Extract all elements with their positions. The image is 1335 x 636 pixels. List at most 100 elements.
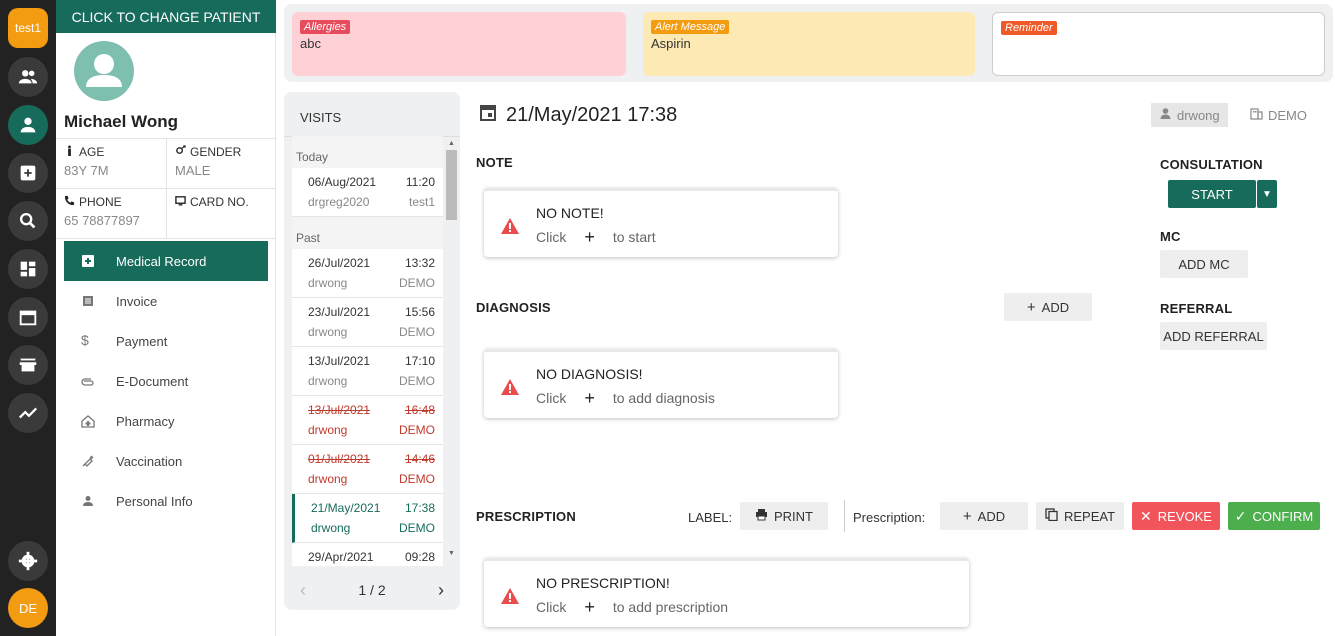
page-indicator: 1 / 2 (358, 582, 386, 598)
visit-datetime-text: 21/May/2021 17:38 (506, 103, 678, 126)
confirm-button[interactable]: ✓ CONFIRM (1228, 502, 1320, 530)
label-text: LABEL: (688, 510, 733, 525)
user-avatar[interactable]: DE (8, 588, 48, 628)
patients-icon[interactable] (8, 57, 48, 97)
visit-clinic: DEMO (399, 423, 435, 437)
gender-value: MALE (175, 163, 211, 178)
prev-page-icon[interactable]: ‹ (300, 580, 306, 601)
dollar-icon: $ (81, 332, 89, 348)
visit-time: 17:10 (404, 354, 435, 368)
note-card[interactable]: NO NOTE! Click + to start (484, 188, 838, 257)
add-prescription-icon[interactable]: + (584, 598, 595, 616)
visit-doctor: drwong (308, 276, 348, 290)
visit-clinic: test1 (408, 195, 435, 209)
start-consultation-button[interactable]: START (1168, 180, 1256, 208)
visit-item[interactable]: 13/Jul/2021 17:10 drwong DEMO (292, 347, 443, 396)
visits-list[interactable]: Today 06/Aug/2021 11:20 drgreg2020 test1 Pa… (292, 136, 443, 566)
prescription-card[interactable]: NO PRESCRIPTION! Click + to add prescripti… (484, 558, 969, 627)
repeat-button[interactable]: REPEAT (1036, 502, 1124, 530)
gender-cell: GENDER MALE (166, 139, 276, 189)
visit-date: 26/Jul/2021 (308, 256, 371, 270)
add-referral-button[interactable]: ADD REFERRAL (1160, 322, 1267, 350)
medical-plus-icon[interactable] (8, 153, 48, 193)
building-icon (1250, 107, 1263, 123)
start-label: START (1191, 186, 1233, 202)
gender-icon (175, 145, 186, 159)
visit-clinic: DEMO (399, 521, 435, 535)
diagnosis-title: DIAGNOSIS (476, 300, 551, 315)
diagnosis-click-text: Click (536, 390, 567, 406)
next-page-icon[interactable]: › (438, 580, 444, 601)
menu-personal-info[interactable]: Personal Info (64, 481, 268, 521)
menu-label: Pharmacy (116, 413, 175, 429)
clinic-name: DEMO (1268, 107, 1307, 123)
visits-scroll-thumb[interactable] (446, 150, 457, 220)
menu-medical-record[interactable]: Medical Record (64, 241, 268, 281)
print-button[interactable]: PRINT (740, 502, 828, 530)
menu-edocument[interactable]: E-Document (64, 361, 268, 401)
visit-date: 13/Jul/2021 (308, 354, 371, 368)
add-note-icon[interactable]: + (584, 228, 595, 246)
phone-value: 65 78877897 (64, 213, 140, 228)
reminder-box[interactable]: Reminder (992, 12, 1325, 76)
calendar-icon (478, 102, 498, 128)
person-standing-icon (64, 145, 75, 159)
paperclip-icon (81, 374, 95, 388)
menu-pharmacy[interactable]: Pharmacy (64, 401, 268, 441)
allergies-box[interactable]: Allergies abc (292, 12, 626, 76)
patient-name: Michael Wong (64, 112, 178, 131)
visit-item[interactable]: 26/Jul/2021 13:32 drwong DEMO (292, 249, 443, 298)
add-diagnosis-label: ADD (1041, 299, 1070, 315)
visit-item[interactable]: 06/Aug/2021 11:20 drgreg2020 test1 (292, 168, 443, 217)
diagnosis-card[interactable]: NO DIAGNOSIS! Click + to add diagnosis (484, 349, 838, 418)
dashboard-icon[interactable] (8, 249, 48, 289)
referral-title: REFERRAL (1160, 301, 1233, 316)
prescription-suffix-text: to add prescription (612, 599, 729, 615)
visit-clinic: DEMO (399, 374, 435, 388)
trend-icon[interactable] (8, 393, 48, 433)
calendar-icon[interactable] (8, 297, 48, 337)
doctor-chip: drwong (1151, 103, 1228, 127)
start-dropdown-button[interactable]: ▼ (1257, 180, 1277, 208)
visit-clinic: DEMO (399, 276, 435, 290)
visit-item[interactable]: 01/Jul/2021 14:46 drwong DEMO (292, 445, 443, 494)
add-diagnosis-button[interactable]: + ADD (1004, 293, 1092, 321)
store-icon[interactable] (8, 345, 48, 385)
add-mc-button[interactable]: ADD MC (1160, 250, 1248, 278)
visit-date: 29/Apr/2021 (308, 550, 374, 564)
visit-date: 06/Aug/2021 (308, 175, 377, 189)
patient-avatar (74, 41, 134, 101)
add-diagnosis-icon[interactable]: + (584, 389, 595, 407)
settings-icon[interactable] (8, 541, 48, 581)
visit-doctor: drwong (308, 325, 348, 339)
visit-doctor: drwong (308, 472, 348, 486)
alert-message-box[interactable]: Alert Message Aspirin (643, 12, 975, 76)
menu-payment[interactable]: $ Payment (64, 321, 268, 361)
revoke-button[interactable]: ✕ REVOKE (1132, 502, 1220, 530)
menu-invoice[interactable]: Invoice (64, 281, 268, 321)
search-icon[interactable] (8, 201, 48, 241)
visit-date: 23/Jul/2021 (308, 305, 371, 319)
visit-time: 14:46 (404, 452, 435, 466)
add-prescription-button[interactable]: + ADD (940, 502, 1028, 530)
visit-item[interactable]: 29/Apr/2021 09:28 (292, 543, 443, 566)
change-patient-button[interactable]: CLICK TO CHANGE PATIENT (56, 0, 276, 33)
prescription-title: PRESCRIPTION (476, 509, 576, 524)
visit-time: 11:20 (405, 175, 435, 189)
visit-item[interactable]: 13/Jul/2021 16:48 drwong DEMO (292, 396, 443, 445)
check-icon: ✓ (1234, 507, 1247, 524)
visit-clinic: DEMO (399, 472, 435, 486)
visit-item[interactable]: 23/Jul/2021 15:56 drwong DEMO (292, 298, 443, 347)
menu-label: Personal Info (116, 493, 193, 509)
card-label: CARD NO. (190, 195, 249, 209)
note-empty-title: NO NOTE! (536, 205, 604, 221)
prescription-click-text: Click (536, 599, 567, 615)
allergies-text: abc (300, 36, 321, 51)
patient-icon[interactable] (8, 105, 48, 145)
visit-item[interactable]: 21/May/2021 17:38 drwong DEMO (292, 494, 443, 543)
clinic-badge[interactable]: test1 (8, 8, 48, 48)
visit-time: 13:32 (404, 256, 435, 270)
close-icon: ✕ (1140, 507, 1152, 524)
menu-vaccination[interactable]: Vaccination (64, 441, 268, 481)
add-mc-label: ADD MC (1178, 256, 1230, 272)
